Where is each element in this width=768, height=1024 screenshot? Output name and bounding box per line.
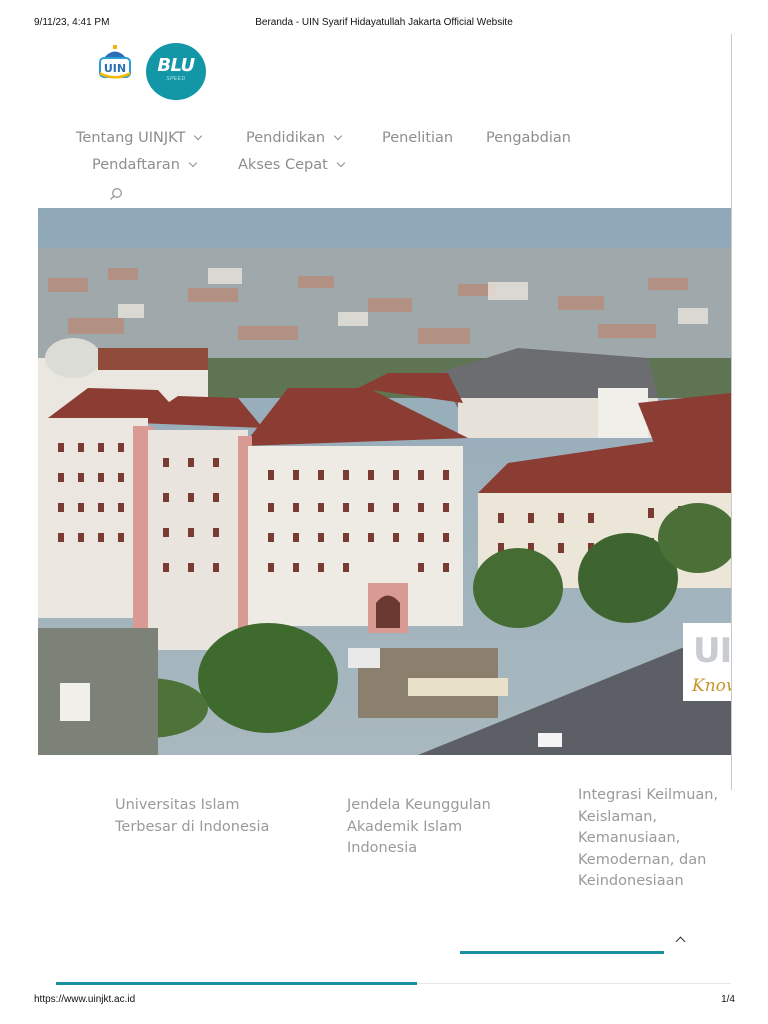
- nav-item-akses-cepat[interactable]: Akses Cepat: [238, 157, 346, 173]
- nav-label: Penelitian: [382, 130, 454, 146]
- blu-logo[interactable]: BLU SPEED: [146, 43, 206, 100]
- hero-badge-overlay: UII Know: [683, 623, 731, 701]
- chevron-down-icon: [188, 158, 198, 168]
- nav-label: Pengabdian: [486, 130, 571, 146]
- progress-bar: [56, 982, 417, 985]
- nav-item-penelitian[interactable]: Penelitian: [382, 130, 453, 146]
- print-header: 9/11/23, 4:41 PM Beranda - UIN Syarif Hi…: [0, 17, 768, 31]
- svg-text:UIN: UIN: [104, 62, 126, 75]
- chevron-down-icon: [333, 131, 343, 141]
- chevron-down-icon: [194, 131, 203, 141]
- uin-logo-graphic: UIN: [99, 45, 131, 79]
- hero-badge-top-text: UII: [693, 631, 731, 671]
- uin-logo[interactable]: UIN: [96, 42, 134, 80]
- blu-logo-text: BLU: [157, 55, 195, 76]
- chevron-down-icon: [336, 158, 346, 168]
- scroll-to-top-chevron-up-icon[interactable]: [671, 932, 691, 948]
- search-icon[interactable]: [109, 187, 123, 201]
- nav-item-tentang-uinjkt[interactable]: Tentang UINJKT: [76, 130, 203, 146]
- print-page-title: Beranda - UIN Syarif Hidayatullah Jakart…: [255, 17, 513, 28]
- page-edge-divider: [731, 34, 732, 790]
- nav-label: Tentang UINJKT: [76, 130, 186, 146]
- hero-photo-illustration: [38, 208, 731, 755]
- print-page-number: 1/4: [721, 994, 735, 1005]
- hero-badge-bottom-text: Know: [692, 676, 731, 696]
- nav-label: Akses Cepat: [238, 157, 328, 173]
- nav-item-pendidikan[interactable]: Pendidikan: [246, 130, 343, 146]
- print-url: https://www.uinjkt.ac.id: [34, 994, 136, 1005]
- nav-label: Pendidikan: [246, 130, 326, 146]
- hero-campus-image: UII Know: [38, 208, 731, 755]
- feature-text-1: Universitas Islam Terbesar di Indonesia: [115, 797, 270, 835]
- accent-bar: [460, 951, 664, 954]
- progress-track: [417, 983, 731, 984]
- nav-label: Pendaftaran: [92, 157, 180, 173]
- feature-text-2: Jendela Keunggulan Akademik Islam Indone…: [347, 797, 491, 856]
- feature-text-3: Integrasi Keilmuan, Keislaman, Kemanusia…: [578, 787, 719, 889]
- blu-logo-subtext: SPEED: [166, 76, 186, 82]
- nav-item-pengabdian[interactable]: Pengabdian: [486, 130, 571, 146]
- nav-item-pendaftaran[interactable]: Pendaftaran: [92, 157, 198, 173]
- print-footer: https://www.uinjkt.ac.id 1/4: [0, 994, 768, 1008]
